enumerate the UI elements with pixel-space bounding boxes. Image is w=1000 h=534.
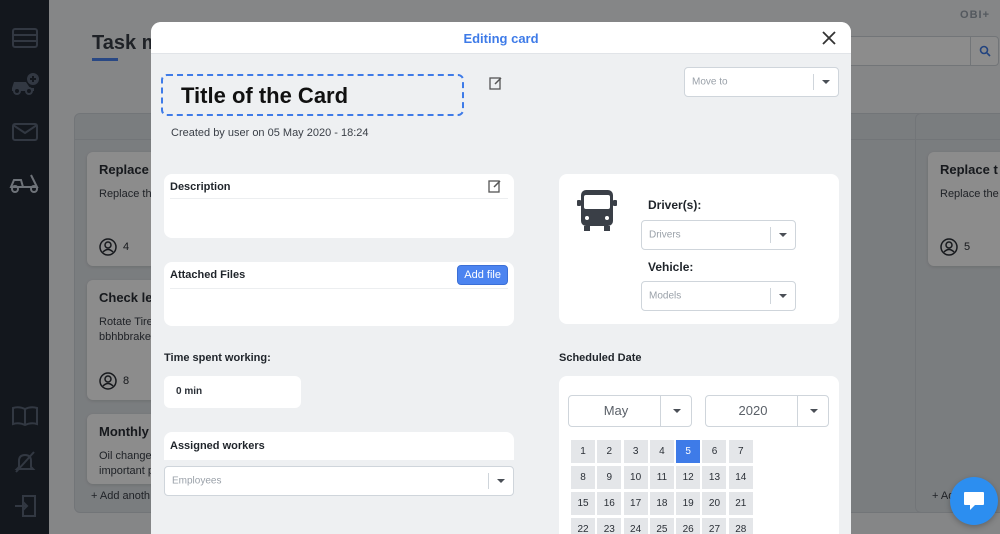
edit-description-button[interactable]: [488, 179, 502, 198]
calendar-day-grid: 1 2 3 4 5 6 7 8 9 10 11 12 13 14 15 16 17 18 19 20 21 22 23 24 2…: [571, 440, 753, 534]
drivers-placeholder: Drivers: [649, 229, 681, 241]
calendar-day[interactable]: 23: [597, 518, 622, 534]
select-separator: [660, 396, 661, 426]
calendar-panel: May 2020 1 2 3 4 5 6 7 8 9 10 11 12 13 14 15 16 17 18 19 20…: [559, 376, 839, 534]
calendar-day[interactable]: 19: [676, 492, 701, 515]
chevron-down-icon: [810, 409, 818, 413]
calendar-day[interactable]: 20: [702, 492, 727, 515]
divider: [170, 288, 508, 289]
calendar-day[interactable]: 7: [728, 440, 753, 463]
select-separator: [797, 396, 798, 426]
calendar-day[interactable]: 2: [597, 440, 622, 463]
calendar-day[interactable]: 13: [702, 466, 727, 489]
calendar-day[interactable]: 26: [676, 518, 701, 534]
move-to-select[interactable]: Move to: [684, 67, 839, 97]
edit-title-button[interactable]: [489, 76, 503, 95]
card-title: Title of the Card: [181, 83, 349, 108]
description-panel[interactable]: Description: [164, 174, 514, 238]
calendar-day-selected[interactable]: 5: [676, 440, 701, 463]
modal-title: Editing card: [463, 31, 539, 46]
chevron-down-icon: [673, 409, 681, 413]
drivers-label: Driver(s):: [648, 198, 702, 212]
calendar-day[interactable]: 27: [702, 518, 727, 534]
drivers-select[interactable]: Drivers: [641, 220, 796, 250]
description-label: Description: [170, 181, 231, 193]
select-separator: [770, 227, 771, 243]
calendar-day[interactable]: 15: [571, 492, 595, 515]
calendar-day[interactable]: 10: [623, 466, 648, 489]
edit-icon: [488, 180, 501, 193]
chevron-down-icon: [497, 479, 505, 483]
van-icon: [575, 188, 619, 237]
employees-select[interactable]: Employees: [164, 466, 514, 496]
attached-files-panel: Attached Files Add file: [164, 262, 514, 326]
edit-icon: [489, 77, 502, 90]
models-select[interactable]: Models: [641, 281, 796, 311]
created-by-text: Created by user on 05 May 2020 - 18:24: [171, 127, 369, 139]
time-spent-label: Time spent working:: [164, 352, 271, 364]
calendar-day[interactable]: 3: [623, 440, 648, 463]
month-value: May: [603, 403, 629, 418]
models-placeholder: Models: [649, 290, 682, 302]
calendar-day[interactable]: 16: [597, 492, 622, 515]
close-button[interactable]: [821, 30, 837, 46]
calendar-day[interactable]: 25: [649, 518, 674, 534]
calendar-day[interactable]: 12: [676, 466, 701, 489]
vehicle-panel: Driver(s): Drivers Vehicle: Models: [559, 174, 839, 324]
calendar-day[interactable]: 11: [649, 466, 674, 489]
year-select[interactable]: 2020: [705, 395, 829, 427]
calendar-day[interactable]: 22: [571, 518, 595, 534]
year-value: 2020: [738, 403, 768, 418]
add-file-button[interactable]: Add file: [457, 265, 508, 285]
employees-placeholder: Employees: [172, 475, 222, 487]
calendar-day[interactable]: 6: [702, 440, 727, 463]
calendar-day[interactable]: 14: [728, 466, 753, 489]
editing-card-modal: Editing card Title of the Card Created b…: [151, 22, 851, 534]
calendar-day[interactable]: 8: [571, 466, 595, 489]
select-separator: [488, 473, 489, 489]
month-select[interactable]: May: [568, 395, 692, 427]
calendar-day[interactable]: 28: [728, 518, 753, 534]
calendar-day[interactable]: 24: [623, 518, 648, 534]
calendar-day[interactable]: 1: [571, 440, 595, 463]
scheduled-date-label: Scheduled Date: [559, 352, 642, 364]
time-spent-field[interactable]: 0 min: [164, 376, 301, 408]
chat-icon: [964, 492, 984, 510]
assigned-workers-panel: Assigned workers: [164, 432, 514, 460]
attached-files-label: Attached Files: [170, 269, 246, 281]
calendar-day[interactable]: 17: [623, 492, 648, 515]
calendar-day[interactable]: 18: [649, 492, 674, 515]
close-icon: [822, 31, 836, 45]
calendar-day[interactable]: 4: [649, 440, 674, 463]
vehicle-label: Vehicle:: [648, 260, 694, 274]
move-to-placeholder: Move to: [692, 76, 728, 88]
card-title-field[interactable]: Title of the Card: [161, 74, 464, 116]
assigned-workers-label: Assigned workers: [170, 440, 265, 452]
divider: [170, 198, 508, 199]
select-separator: [770, 288, 771, 304]
modal-header: Editing card: [151, 22, 851, 54]
chevron-down-icon: [779, 294, 787, 298]
chevron-down-icon: [779, 233, 787, 237]
select-separator: [813, 74, 814, 90]
calendar-day[interactable]: 21: [728, 492, 753, 515]
calendar-day[interactable]: 9: [597, 466, 622, 489]
chat-widget-button[interactable]: [950, 477, 998, 525]
chevron-down-icon: [822, 80, 830, 84]
